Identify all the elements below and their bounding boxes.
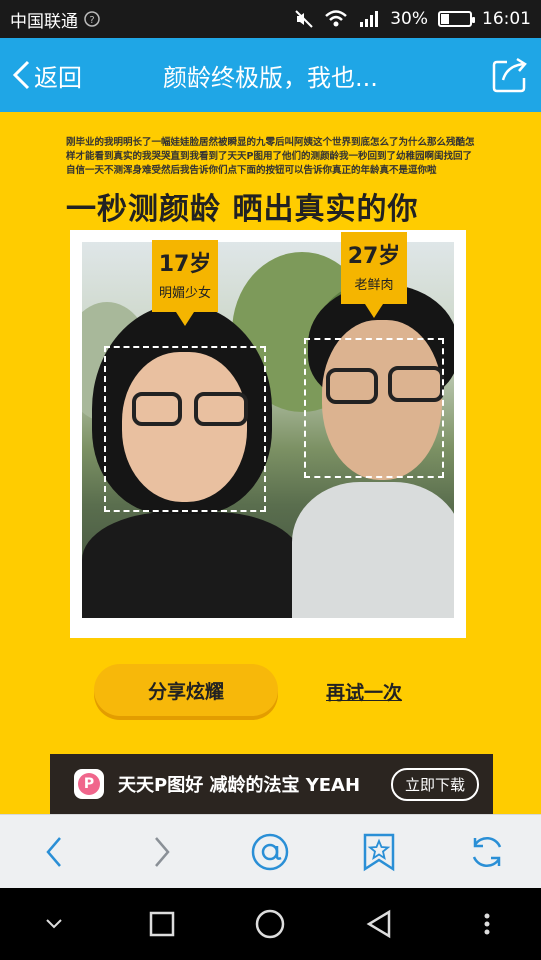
mute-icon bbox=[295, 10, 313, 28]
headline: 一秒测颜龄 晒出真实的你 bbox=[66, 192, 419, 227]
chevron-left-icon bbox=[12, 60, 30, 90]
age-value: 17岁 bbox=[158, 252, 212, 277]
home-icon[interactable] bbox=[245, 827, 295, 877]
face-detection-box bbox=[104, 346, 266, 512]
age-label: 明媚少女 bbox=[158, 286, 211, 301]
back-triangle-icon[interactable] bbox=[354, 899, 404, 949]
web-content: 刚毕业的我明明长了一幅娃娃脸居然被瞬显的九零后叫阿姨这个世界到底怎么了为什么那么… bbox=[0, 112, 541, 814]
wifi-question-icon: ? bbox=[84, 11, 100, 27]
back-label: 返回 bbox=[34, 63, 82, 92]
share-show-off-button[interactable]: 分享炫耀 bbox=[94, 664, 278, 716]
battery-text: 30% bbox=[390, 9, 428, 29]
more-dots-icon[interactable] bbox=[462, 899, 512, 949]
browser-toolbar bbox=[0, 814, 541, 888]
photo-frame: 17岁 明媚少女 27岁 老鲜肉 bbox=[70, 230, 466, 638]
download-button[interactable]: 立即下载 bbox=[390, 767, 479, 801]
back-arrow-icon[interactable] bbox=[29, 827, 79, 877]
refresh-icon[interactable] bbox=[462, 827, 512, 877]
carrier-name: 中国联通 bbox=[10, 11, 78, 32]
app-header: 返回 颜龄终极版，我也... bbox=[0, 38, 541, 112]
system-nav-bar bbox=[0, 888, 541, 960]
app-logo: P bbox=[74, 769, 104, 799]
face-detection-box bbox=[304, 338, 444, 478]
signal-icon bbox=[360, 11, 379, 27]
home-circle-icon[interactable] bbox=[245, 899, 295, 949]
bookmark-star-icon[interactable] bbox=[354, 827, 404, 877]
chevron-down-icon[interactable] bbox=[29, 899, 79, 949]
age-tag: 17岁 明媚少女 bbox=[152, 240, 218, 326]
retry-link[interactable]: 再试一次 bbox=[326, 678, 402, 705]
age-value: 27岁 bbox=[347, 244, 401, 269]
page-title: 颜龄终极版，我也... bbox=[163, 63, 378, 92]
wifi-icon bbox=[325, 10, 348, 27]
battery-icon bbox=[438, 11, 475, 27]
share-icon[interactable] bbox=[491, 56, 529, 94]
svg-text:?: ? bbox=[89, 15, 94, 26]
age-tag: 27岁 老鲜肉 bbox=[341, 232, 407, 318]
status-bar: 中国联通 ? 30% 16:01 bbox=[0, 0, 541, 38]
app-ad-banner[interactable]: P 天天P图好 减龄的法宝 YEAH 立即下载 bbox=[50, 754, 493, 814]
forward-arrow-icon[interactable] bbox=[137, 827, 187, 877]
back-button[interactable]: 返回 bbox=[0, 38, 82, 112]
intro-text: 刚毕业的我明明长了一幅娃娃脸居然被瞬显的九零后叫阿姨这个世界到底怎么了为什么那么… bbox=[66, 137, 475, 176]
banner-text: 天天P图好 减龄的法宝 YEAH bbox=[118, 775, 361, 796]
clock: 16:01 bbox=[482, 9, 531, 29]
age-label: 老鲜肉 bbox=[354, 278, 394, 293]
recent-apps-square-icon[interactable] bbox=[137, 899, 187, 949]
